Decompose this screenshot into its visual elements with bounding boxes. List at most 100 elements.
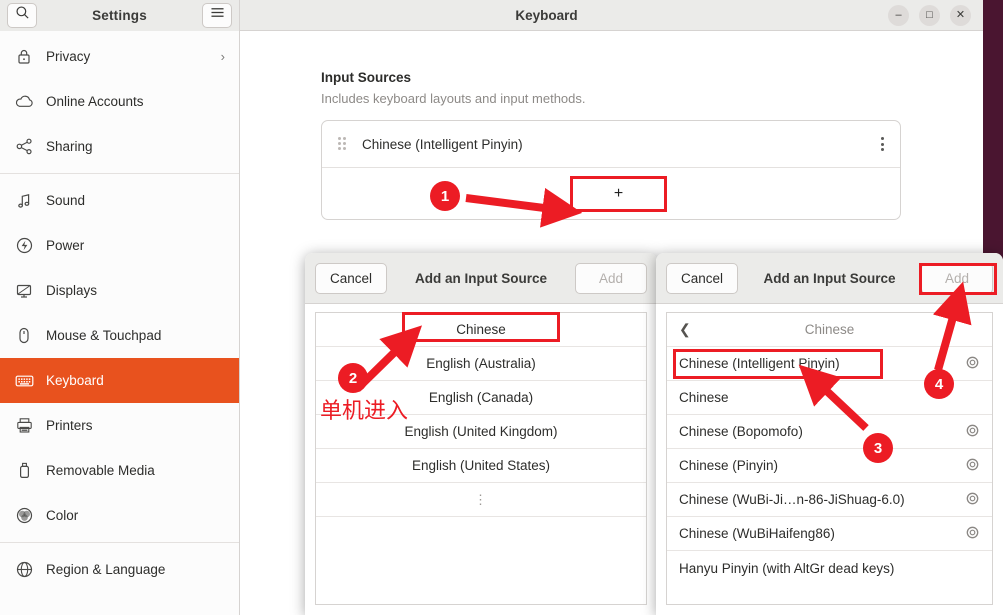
sidebar-item-label: Power	[46, 238, 85, 253]
list-item-label: Hanyu Pinyin (with AltGr dead keys)	[679, 560, 895, 576]
cancel-button-left[interactable]: Cancel	[315, 262, 387, 294]
dialog-right-title: Add an Input Source	[763, 270, 896, 286]
screen: Settings Keyboard – □ ✕ Privacy › Online…	[0, 0, 1003, 615]
gear-icon[interactable]	[965, 423, 980, 441]
annotation-note-chinese: 单机进入	[320, 399, 409, 424]
sidebar-item-region-language[interactable]: Region & Language	[0, 547, 239, 592]
highlight-add-button	[919, 263, 997, 295]
sidebar-item-online-accounts[interactable]: Online Accounts	[0, 79, 239, 124]
list-item-label: English (Australia)	[426, 356, 536, 371]
dialog-left-title: Add an Input Source	[414, 270, 547, 286]
list-item-label: English (Canada)	[428, 390, 534, 405]
add-input-source-row: +	[322, 167, 900, 219]
mouse-icon	[14, 326, 34, 346]
sidebar-item-label: Region & Language	[46, 562, 166, 577]
gear-icon[interactable]	[965, 355, 980, 373]
apps-grid-icon	[14, 31, 34, 32]
sidebar-item-label: Keyboard	[46, 373, 104, 388]
maximize-button[interactable]: □	[919, 4, 940, 26]
sidebar-item-privacy[interactable]: Privacy ›	[0, 34, 239, 79]
sidebar-item-label: Displays	[46, 283, 98, 298]
input-source-name: Chinese (Intelligent Pinyin)	[362, 136, 523, 152]
minimize-button[interactable]: –	[888, 4, 909, 26]
printer-icon	[14, 416, 34, 436]
gear-icon[interactable]	[965, 457, 980, 475]
gear-icon[interactable]	[965, 491, 980, 509]
sidebar-divider	[0, 542, 239, 543]
keyboard-icon	[14, 371, 34, 391]
settings-sidebar[interactable]: Applications › Privacy › Online Accounts	[0, 31, 240, 615]
music-note-icon	[14, 191, 34, 211]
sidebar-item-color[interactable]: Color	[0, 493, 239, 538]
list-item[interactable]: Chinese (Pinyin)	[667, 449, 992, 483]
add-input-source-dialog-left: Cancel Add an Input Source Add Chinese E…	[305, 253, 657, 615]
language-list[interactable]: Chinese English (Australia) English (Can…	[315, 312, 647, 605]
minimize-icon: –	[895, 8, 902, 21]
list-item[interactable]: Chinese (WuBiHaifeng86)	[667, 517, 992, 551]
sidebar-item-power[interactable]: Power	[0, 223, 239, 268]
search-icon	[15, 5, 30, 25]
list-item[interactable]: Chinese (WuBi-Ji…n-86-JiShuag-6.0)	[667, 483, 992, 517]
kebab-menu-icon[interactable]	[881, 137, 884, 151]
sidebar-item-printers[interactable]: Printers	[0, 403, 239, 448]
maximize-icon: □	[926, 8, 933, 21]
sidebar-item-label: Color	[46, 508, 79, 523]
list-item-label: Chinese	[679, 390, 729, 405]
page-title: Keyboard	[515, 7, 578, 23]
sidebar-item-displays[interactable]: Displays	[0, 268, 239, 313]
cancel-button-right[interactable]: Cancel	[666, 262, 738, 294]
cancel-label: Cancel	[329, 270, 373, 286]
display-monitor-icon	[14, 281, 34, 301]
annotation-badge-2: 2	[338, 363, 368, 393]
annotation-badge-1: 1	[430, 181, 460, 211]
sidebar-item-sound[interactable]: Sound	[0, 178, 239, 223]
cancel-label: Cancel	[680, 270, 724, 286]
color-wheel-icon	[14, 506, 34, 526]
close-button[interactable]: ✕	[950, 4, 971, 26]
add-input-source-dialog-right: Cancel Add an Input Source Add ❮ Chinese…	[656, 253, 1003, 615]
more-indicator[interactable]: ⋮	[316, 483, 646, 517]
dialog-left-body: Chinese English (Australia) English (Can…	[305, 304, 657, 615]
lock-icon	[14, 47, 34, 67]
sidebar-item-label: Privacy	[46, 49, 91, 64]
input-sources-card: Chinese (Intelligent Pinyin) +	[321, 120, 901, 220]
cloud-icon	[14, 92, 34, 112]
globe-icon	[14, 560, 34, 580]
sidebar-item-label: Removable Media	[46, 463, 155, 478]
sidebar-item-mouse-touchpad[interactable]: Mouse & Touchpad	[0, 313, 239, 358]
sidebar-item-label: Printers	[46, 418, 93, 433]
search-button[interactable]	[7, 2, 37, 28]
list-item[interactable]: Chinese (Bopomofo)	[667, 415, 992, 449]
highlight-intelligent-pinyin-row	[673, 349, 883, 379]
drag-handle-icon[interactable]	[338, 137, 348, 151]
plus-icon: +	[613, 185, 624, 202]
sidebar-item-label: Online Accounts	[46, 94, 144, 109]
sidebar-item-removable-media[interactable]: Removable Media	[0, 448, 239, 493]
list-item-label: Chinese (WuBi-Ji…n-86-JiShuag-6.0)	[679, 492, 905, 507]
list-item-label: Chinese (WuBiHaifeng86)	[679, 526, 835, 541]
add-label: Add	[598, 270, 624, 286]
section-subtitle: Includes keyboard layouts and input meth…	[321, 91, 586, 106]
gear-icon[interactable]	[965, 525, 980, 543]
sidebar-item-keyboard[interactable]: Keyboard	[0, 358, 239, 403]
input-source-row[interactable]: Chinese (Intelligent Pinyin)	[322, 121, 900, 167]
annotation-badge-3: 3	[863, 433, 893, 463]
add-input-source-button[interactable]: +	[570, 176, 667, 212]
list-item[interactable]: English (United States)	[316, 449, 646, 483]
dialog-left-header: Cancel Add an Input Source Add	[305, 253, 657, 304]
list-item[interactable]: Hanyu Pinyin (with AltGr dead keys)	[667, 551, 992, 585]
sidebar-item-label: Sound	[46, 193, 86, 208]
usb-drive-icon	[14, 461, 34, 481]
list-item-label: English (United States)	[411, 458, 551, 473]
share-nodes-icon	[14, 137, 34, 157]
list-breadcrumb: ❮ Chinese	[667, 313, 992, 347]
chevron-right-icon: ›	[220, 49, 225, 64]
highlight-chinese-language-row	[402, 312, 560, 342]
window-title-area: Keyboard – □ ✕	[240, 0, 983, 31]
list-item-label: Chinese (Bopomofo)	[679, 424, 803, 439]
sidebar-item-sharing[interactable]: Sharing	[0, 124, 239, 169]
add-button-left[interactable]: Add	[575, 262, 647, 294]
sidebar-item-label: Sharing	[46, 139, 93, 154]
window-titlebar: Settings Keyboard – □ ✕	[0, 0, 983, 31]
section-title: Input Sources	[321, 70, 412, 85]
